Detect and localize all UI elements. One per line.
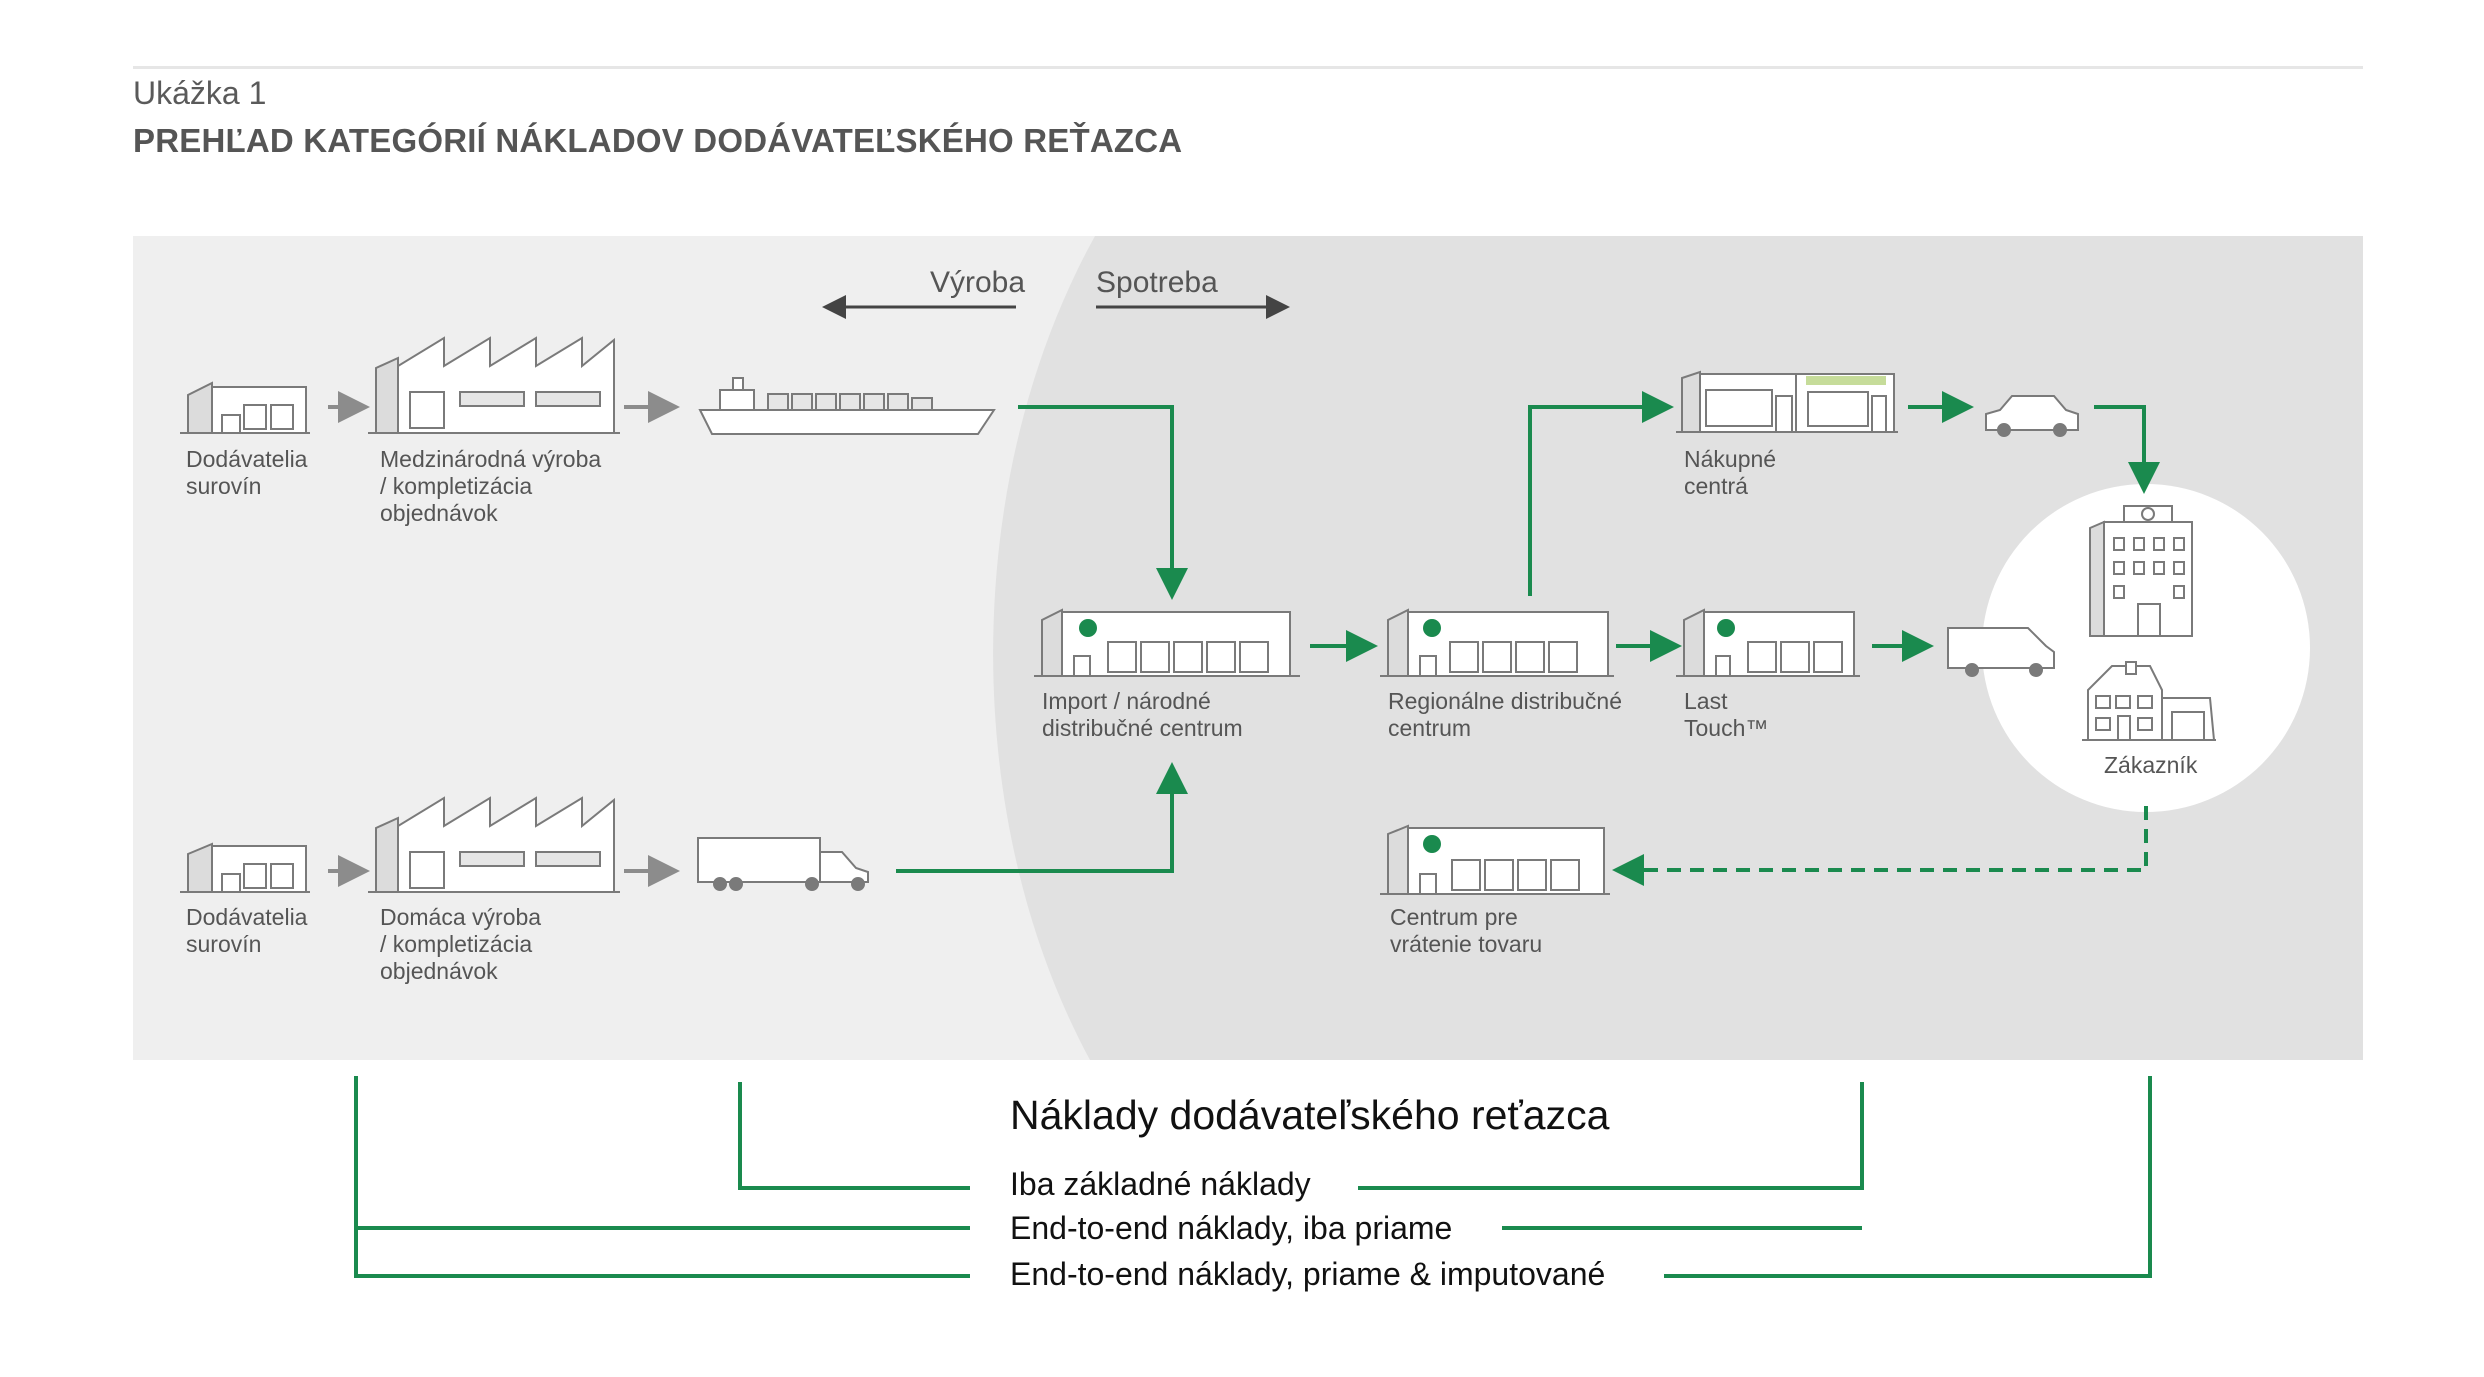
costs-title: Náklady dodávateľského reťazca	[1010, 1092, 1610, 1138]
production-zone-label: Výroba	[930, 266, 1026, 299]
import-dc-label: Import / národné distribučné centrum	[1042, 688, 1243, 741]
logo-icon	[1423, 835, 1441, 853]
logo-icon	[1717, 619, 1735, 637]
regional-dc-building-icon	[1380, 608, 1614, 677]
shopping-centers-label: Nákupné centrá	[1684, 446, 1777, 499]
logo-icon	[1423, 619, 1441, 637]
suppliers-bottom-label: Dodávatelia surovín	[186, 904, 308, 957]
import-dc-building-icon	[1034, 608, 1300, 677]
regional-dc-label: Regionálne distribučné centrum	[1388, 688, 1622, 741]
supplier-warehouse-icon-top	[180, 381, 310, 434]
cost-imputed-label: End-to-end náklady, priame & imputované	[1010, 1256, 1606, 1292]
cost-basic-label: Iba základné náklady	[1010, 1166, 1311, 1202]
consumption-zone-label: Spotreba	[1096, 266, 1218, 299]
returns-center-label: Centrum pre vrátenie tovaru	[1390, 904, 1543, 957]
suppliers-top-label: Dodávatelia surovín	[186, 446, 308, 499]
last-touch-label: Last Touch™	[1684, 688, 1769, 741]
apartment-building-icon	[2089, 505, 2193, 637]
customer-label: Zákazník	[2104, 752, 2198, 778]
intl-production-label: Medzinárodná výroba / kompletizácia obje…	[380, 446, 602, 526]
supplier-warehouse-icon-bottom	[180, 842, 310, 893]
returns-center-building-icon	[1380, 824, 1610, 895]
cost-direct-label: End-to-end náklady, iba priame	[1010, 1210, 1453, 1246]
shopping-center-icon	[1676, 370, 1898, 433]
bracket-direct-left	[354, 1076, 970, 1230]
last-touch-building-icon	[1676, 608, 1860, 677]
bracket-imputed-right	[1664, 1076, 2152, 1278]
bracket-imputed-left	[354, 1228, 970, 1278]
bracket-basic-left	[738, 1082, 970, 1190]
logo-icon	[1079, 619, 1097, 637]
domestic-production-label: Domáca výroba / kompletizácia objednávok	[380, 904, 542, 984]
